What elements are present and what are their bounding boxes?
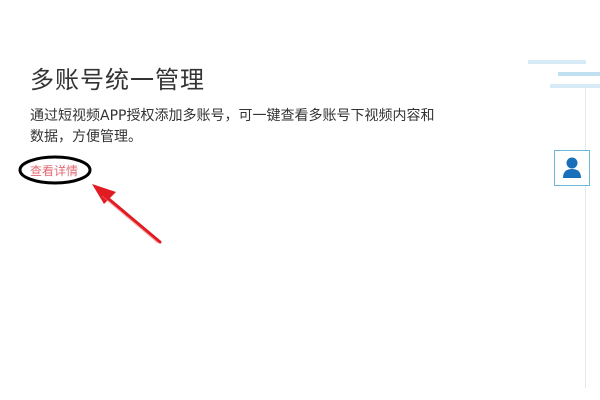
view-details-link[interactable]: 查看详情 (30, 162, 78, 179)
feature-card-page: 多账号统一管理 通过短视频APP授权添加多账号，可一键查看多账号下视频内容和数据… (0, 0, 600, 400)
annotation-arrow (92, 184, 162, 244)
feature-title: 多账号统一管理 (30, 66, 205, 94)
side-panel-edge (585, 88, 586, 388)
feature-description: 通过短视频APP授权添加多账号，可一键查看多账号下视频内容和数据，方便管理。 (30, 108, 435, 145)
user-avatar-icon (563, 157, 581, 178)
account-avatar-button[interactable] (554, 150, 590, 186)
menu-lines-icon (528, 60, 600, 88)
